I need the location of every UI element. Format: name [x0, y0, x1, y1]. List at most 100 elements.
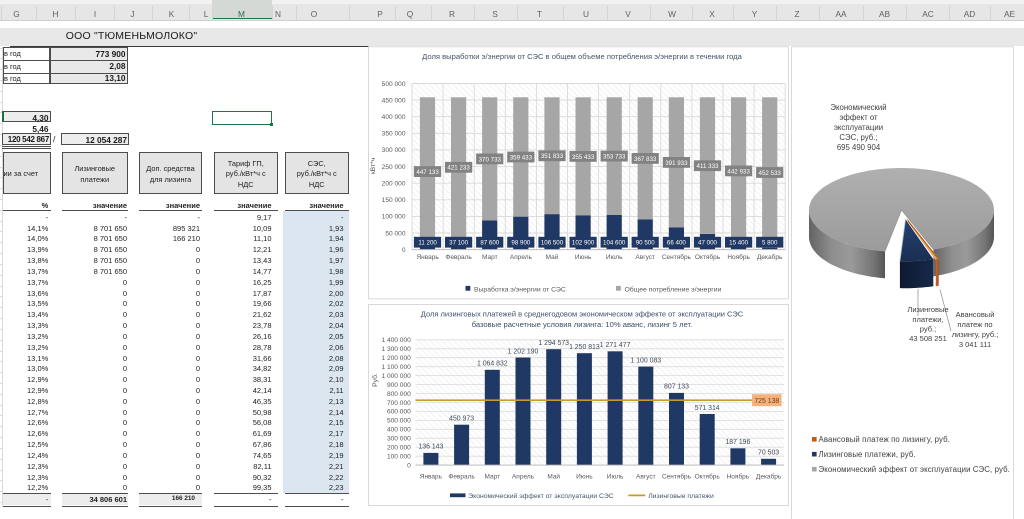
svg-text:300 000: 300 000 — [387, 436, 411, 443]
svg-text:Декабрь: Декабрь — [756, 472, 782, 480]
svg-text:Авансовый платеж по лизингу, р: Авансовый платеж по лизингу, руб. — [819, 435, 951, 444]
svg-text:Март: Март — [482, 254, 498, 261]
svg-text:платежи,: платежи, — [912, 315, 943, 324]
svg-text:98 900: 98 900 — [511, 239, 530, 246]
svg-text:47 000: 47 000 — [698, 239, 717, 246]
svg-text:Июль: Июль — [607, 473, 624, 480]
svg-text:Апрель: Апрель — [510, 254, 533, 261]
svg-text:66 400: 66 400 — [667, 239, 686, 246]
svg-text:1 294 573: 1 294 573 — [538, 340, 569, 347]
svg-text:200 000: 200 000 — [387, 445, 411, 452]
svg-text:1 200 000: 1 200 000 — [381, 355, 411, 362]
svg-text:Руб.: Руб. — [371, 373, 379, 387]
svg-text:1 271 477: 1 271 477 — [600, 342, 631, 349]
svg-text:695 490 904: 695 490 904 — [837, 143, 881, 152]
svg-text:100 000: 100 000 — [387, 454, 411, 461]
svg-text:90 500: 90 500 — [636, 239, 655, 246]
svg-text:359 433: 359 433 — [510, 154, 533, 161]
svg-text:87 600: 87 600 — [480, 239, 499, 246]
svg-text:106 500: 106 500 — [541, 239, 564, 246]
svg-text:450 973: 450 973 — [449, 416, 474, 423]
svg-text:Сентябрь: Сентябрь — [662, 253, 692, 261]
svg-text:11 200: 11 200 — [418, 239, 437, 246]
svg-text:70 503: 70 503 — [758, 450, 779, 457]
svg-text:лизингу, руб.;: лизингу, руб.; — [952, 330, 999, 339]
svg-text:1 400 000: 1 400 000 — [381, 337, 411, 344]
svg-text:эксплуатации: эксплуатации — [834, 123, 883, 132]
svg-text:411 333: 411 333 — [697, 163, 719, 170]
svg-text:43 508 251: 43 508 251 — [909, 334, 947, 343]
svg-text:Сентябрь: Сентябрь — [662, 472, 692, 480]
svg-text:руб.;: руб.; — [920, 325, 936, 334]
svg-text:100 000: 100 000 — [382, 214, 406, 221]
svg-text:СЭС, руб.;: СЭС, руб.; — [839, 133, 877, 142]
svg-text:442 933: 442 933 — [727, 168, 750, 175]
svg-text:900 000: 900 000 — [387, 382, 411, 389]
svg-text:Август: Август — [636, 473, 656, 480]
svg-text:700 000: 700 000 — [387, 400, 411, 407]
svg-text:Январь: Январь — [420, 473, 443, 480]
svg-text:136 143: 136 143 — [418, 444, 443, 451]
svg-text:800 000: 800 000 — [387, 391, 411, 398]
svg-text:150 000: 150 000 — [382, 197, 406, 204]
svg-text:Ноябрь: Ноябрь — [727, 472, 750, 480]
svg-text:Июль: Июль — [606, 254, 623, 261]
svg-text:102 900: 102 900 — [572, 239, 595, 246]
svg-text:кВт*ч: кВт*ч — [370, 157, 377, 174]
svg-text:Декабрь: Декабрь — [757, 253, 783, 261]
svg-text:Март: Март — [485, 473, 501, 480]
svg-text:Август: Август — [635, 254, 655, 261]
svg-text:447 133: 447 133 — [416, 169, 439, 176]
svg-text:Экономический эффект от эксплу: Экономический эффект от эксплуатации СЭС — [468, 492, 613, 500]
svg-text:Февраль: Февраль — [445, 254, 472, 261]
svg-text:500 000: 500 000 — [387, 418, 411, 425]
svg-text:400 000: 400 000 — [387, 427, 411, 434]
svg-text:Май: Май — [546, 253, 559, 261]
svg-text:5 800: 5 800 — [762, 239, 778, 246]
svg-text:351 833: 351 833 — [541, 153, 564, 160]
svg-text:Выработка э/энергии от СЭС: Выработка э/энергии от СЭС — [474, 285, 566, 293]
svg-text:Авансовый: Авансовый — [956, 310, 995, 319]
svg-text:1 300 000: 1 300 000 — [381, 346, 411, 353]
svg-text:571 314: 571 314 — [695, 405, 720, 412]
svg-text:1 000 000: 1 000 000 — [381, 373, 411, 380]
svg-text:Общее потребление э/энергии: Общее потребление э/энергии — [625, 285, 722, 293]
svg-text:104 600: 104 600 — [603, 239, 626, 246]
svg-text:Октябрь: Октябрь — [695, 472, 721, 480]
svg-text:Июнь: Июнь — [575, 254, 592, 261]
svg-text:391 933: 391 933 — [665, 160, 688, 167]
svg-text:Лизинговые платежи, руб.: Лизинговые платежи, руб. — [819, 450, 916, 459]
svg-text:452 533: 452 533 — [759, 170, 782, 177]
svg-text:353 733: 353 733 — [603, 154, 626, 161]
svg-text:250 000: 250 000 — [382, 164, 406, 171]
svg-text:Январь: Январь — [416, 254, 439, 261]
svg-text:1 250 813: 1 250 813 — [569, 344, 600, 351]
svg-text:базовые расчетные условия лизи: базовые расчетные условия лизинга: 10% а… — [472, 320, 693, 329]
svg-text:200 000: 200 000 — [382, 181, 406, 188]
svg-text:421 233: 421 233 — [447, 165, 470, 172]
svg-text:37 100: 37 100 — [449, 239, 468, 246]
svg-text:1 202 190: 1 202 190 — [508, 348, 539, 355]
svg-text:350 000: 350 000 — [382, 131, 406, 138]
svg-text:Февраль: Февраль — [448, 473, 475, 480]
svg-text:1 100 000: 1 100 000 — [381, 364, 411, 371]
svg-text:725 138: 725 138 — [754, 398, 779, 405]
svg-text:Лизинговые платежи: Лизинговые платежи — [648, 493, 714, 500]
svg-text:15 400: 15 400 — [729, 239, 748, 246]
svg-text:500 000: 500 000 — [382, 81, 406, 88]
svg-text:300 000: 300 000 — [382, 147, 406, 154]
svg-text:Ноябрь: Ноябрь — [727, 253, 750, 261]
svg-text:600 000: 600 000 — [387, 409, 411, 416]
svg-text:платеж по: платеж по — [957, 320, 992, 329]
svg-text:0: 0 — [402, 247, 406, 254]
svg-text:Октябрь: Октябрь — [695, 253, 721, 261]
svg-text:Лизинговые: Лизинговые — [907, 305, 948, 314]
svg-text:1 100 083: 1 100 083 — [630, 357, 661, 364]
svg-text:0: 0 — [407, 462, 411, 469]
svg-text:50 000: 50 000 — [385, 230, 406, 237]
svg-text:Апрель: Апрель — [512, 473, 535, 480]
svg-text:450 000: 450 000 — [382, 97, 406, 104]
svg-text:187 196: 187 196 — [725, 439, 750, 446]
svg-text:1 064 832: 1 064 832 — [477, 361, 508, 368]
svg-text:Экономический эффект от эксплу: Экономический эффект от эксплуатации СЭС… — [819, 465, 1010, 474]
